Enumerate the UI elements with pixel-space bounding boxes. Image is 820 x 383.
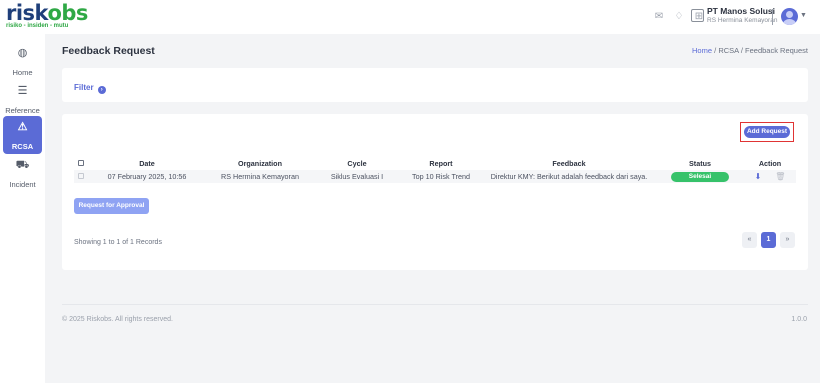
footer-divider [62, 304, 808, 305]
row-select-cell [74, 170, 88, 183]
column-header-organization[interactable]: Organization [206, 157, 314, 170]
row-organization: RS Hermina Kemayoran [206, 170, 314, 183]
status-badge: Selesai [671, 172, 729, 182]
sidebar-item-label: Incident [9, 180, 36, 189]
sidebar-item-label: RCSA [11, 142, 34, 151]
column-header-feedback[interactable]: Feedback [482, 157, 656, 170]
results-card: Add Request Date Organization Cycle Repo… [62, 114, 808, 270]
pagination-prev-button[interactable]: « [742, 232, 757, 248]
row-date: 07 February 2025, 10:56 [88, 170, 206, 183]
pagination-next-button[interactable]: » [780, 232, 795, 248]
pagination-page-1[interactable]: 1 [761, 232, 776, 248]
topbar-divider [772, 9, 773, 25]
request-for-approval-button[interactable]: Request for Approval [74, 198, 149, 214]
sidebar-item-rcsa[interactable]: ⚠ RCSA [3, 116, 42, 154]
logo[interactable]: riskobs risiko - insiden - mutu [6, 1, 88, 30]
top-bar: riskobs risiko - insiden - mutu ✉ ♢ ⊞ PT… [0, 0, 820, 34]
row-action-cell: ⬇ 🗑 [744, 170, 796, 183]
breadcrumb-home[interactable]: Home [692, 46, 712, 55]
breadcrumb-rcsa[interactable]: RCSA [718, 46, 738, 55]
row-report: Top 10 Risk Trend [400, 170, 482, 183]
copyright: © 2025 Riskobs. All rights reserved. [62, 316, 173, 323]
sliders-icon: ☰ [17, 85, 28, 97]
organization-subtitle: RS Hermina Kemayoran [707, 17, 778, 24]
logo-text-obs: obs [47, 1, 88, 25]
bell-icon[interactable]: ♢ [672, 10, 686, 24]
mail-icon[interactable]: ✉ [652, 10, 666, 24]
column-header-report[interactable]: Report [400, 157, 482, 170]
select-all-checkbox[interactable] [78, 160, 84, 166]
avatar[interactable] [781, 8, 798, 25]
breadcrumb-separator: / [714, 46, 717, 55]
table-header-row: Date Organization Cycle Report Feedback … [74, 157, 796, 170]
row-checkbox[interactable] [78, 173, 84, 179]
column-header-status[interactable]: Status [656, 157, 744, 170]
version-label: 1.0.0 [791, 316, 807, 323]
records-summary: Showing 1 to 1 of 1 Records [74, 239, 162, 246]
row-feedback: Direktur KMY: Berikut adalah feedback da… [482, 170, 656, 183]
sidebar-item-incident[interactable]: ⛟ Incident [3, 154, 42, 192]
column-header-cycle[interactable]: Cycle [314, 157, 400, 170]
car-crash-icon: ⛟ [15, 159, 30, 171]
trash-icon[interactable]: 🗑 [775, 172, 785, 181]
chevron-down-icon[interactable]: ▼ [800, 12, 807, 19]
select-all-cell [74, 157, 88, 170]
feedback-table: Date Organization Cycle Report Feedback … [74, 157, 796, 183]
palette-icon: ◍ [17, 47, 28, 59]
sidebar-item-reference[interactable]: ☰ Reference [3, 80, 42, 118]
column-header-date[interactable]: Date [88, 157, 206, 170]
breadcrumb: Home / RCSA / Feedback Request [692, 46, 808, 55]
add-request-highlight: Add Request [740, 122, 794, 142]
logo-text-risk: risk [6, 1, 48, 25]
breadcrumb-current: Feedback Request [745, 46, 808, 55]
page-title: Feedback Request [62, 45, 155, 57]
download-icon[interactable]: ⬇ [755, 172, 762, 181]
organization-icon [691, 9, 704, 22]
add-request-button[interactable]: Add Request [744, 126, 790, 138]
chevron-right-icon: › [97, 86, 106, 94]
filter-label: Filter [74, 83, 94, 92]
column-header-action: Action [758, 159, 782, 168]
row-cycle: Siklus Evaluasi I [314, 170, 400, 183]
sidebar-item-home[interactable]: ◍ Home [3, 42, 42, 80]
table-row: 07 February 2025, 10:56 RS Hermina Kemay… [74, 170, 796, 183]
filter-toggle[interactable]: Filter › [74, 83, 106, 94]
sidebar-item-label: Home [12, 68, 33, 77]
sidebar-item-label: Reference [5, 106, 40, 115]
breadcrumb-separator: / [740, 46, 743, 55]
sidebar: ◍ Home ☰ Reference ⚠ RCSA ⛟ Incident [0, 34, 45, 383]
warning-icon: ⚠ [17, 121, 28, 133]
filter-card: Filter › [62, 68, 808, 102]
organization-name[interactable]: PT Manos Solusi [707, 6, 775, 16]
row-status-cell: Selesai [656, 170, 744, 183]
